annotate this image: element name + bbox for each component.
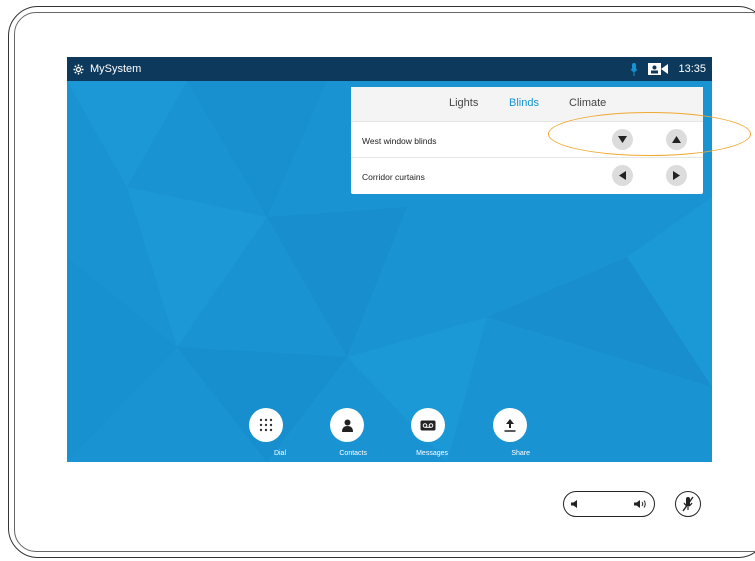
messages-button[interactable]: Messages — [408, 408, 448, 460]
row-corridor-curtains: Corridor curtains — [351, 157, 703, 194]
status-bar: MySystem 13:35 — [67, 57, 712, 81]
microphone-mute-icon — [682, 496, 694, 512]
settings-gear-icon — [73, 63, 84, 75]
video-camera-icon[interactable] — [648, 63, 669, 75]
system-name: MySystem — [90, 63, 142, 75]
dock-label: Messages — [416, 450, 448, 457]
dial-button[interactable]: Dial — [246, 408, 286, 460]
voicemail-icon — [420, 420, 436, 430]
arrow-left-icon — [619, 171, 626, 180]
clock: 13:35 — [678, 63, 706, 75]
system-menu[interactable]: MySystem — [73, 63, 141, 75]
tab-lights[interactable]: Lights — [449, 97, 478, 109]
keypad-icon — [259, 418, 273, 432]
person-icon — [341, 419, 353, 432]
contacts-button[interactable]: Contacts — [327, 408, 367, 460]
curtains-left-button[interactable] — [612, 165, 633, 186]
volume-down-icon[interactable] — [571, 499, 581, 509]
row-label: Corridor curtains — [362, 172, 425, 182]
share-button-circle — [493, 408, 527, 442]
tab-climate[interactable]: Climate — [569, 97, 606, 109]
row-label: West window blinds — [362, 136, 437, 146]
arrow-right-icon — [673, 171, 680, 180]
highlight-annotation — [548, 112, 751, 156]
volume-control[interactable] — [563, 491, 655, 517]
dock-label: Dial — [273, 450, 286, 457]
dock-label: Share — [511, 450, 530, 457]
contacts-button-circle — [330, 408, 364, 442]
messages-button-circle — [411, 408, 445, 442]
mute-button[interactable] — [675, 491, 701, 517]
curtains-right-button[interactable] — [666, 165, 687, 186]
volume-up-icon[interactable] — [634, 499, 647, 509]
upload-icon — [504, 418, 516, 432]
dial-button-circle — [249, 408, 283, 442]
share-button[interactable]: Share — [490, 408, 530, 460]
tab-blinds[interactable]: Blinds — [509, 97, 539, 109]
dock-label: Contacts — [339, 450, 367, 457]
microphone-icon[interactable] — [630, 62, 638, 76]
